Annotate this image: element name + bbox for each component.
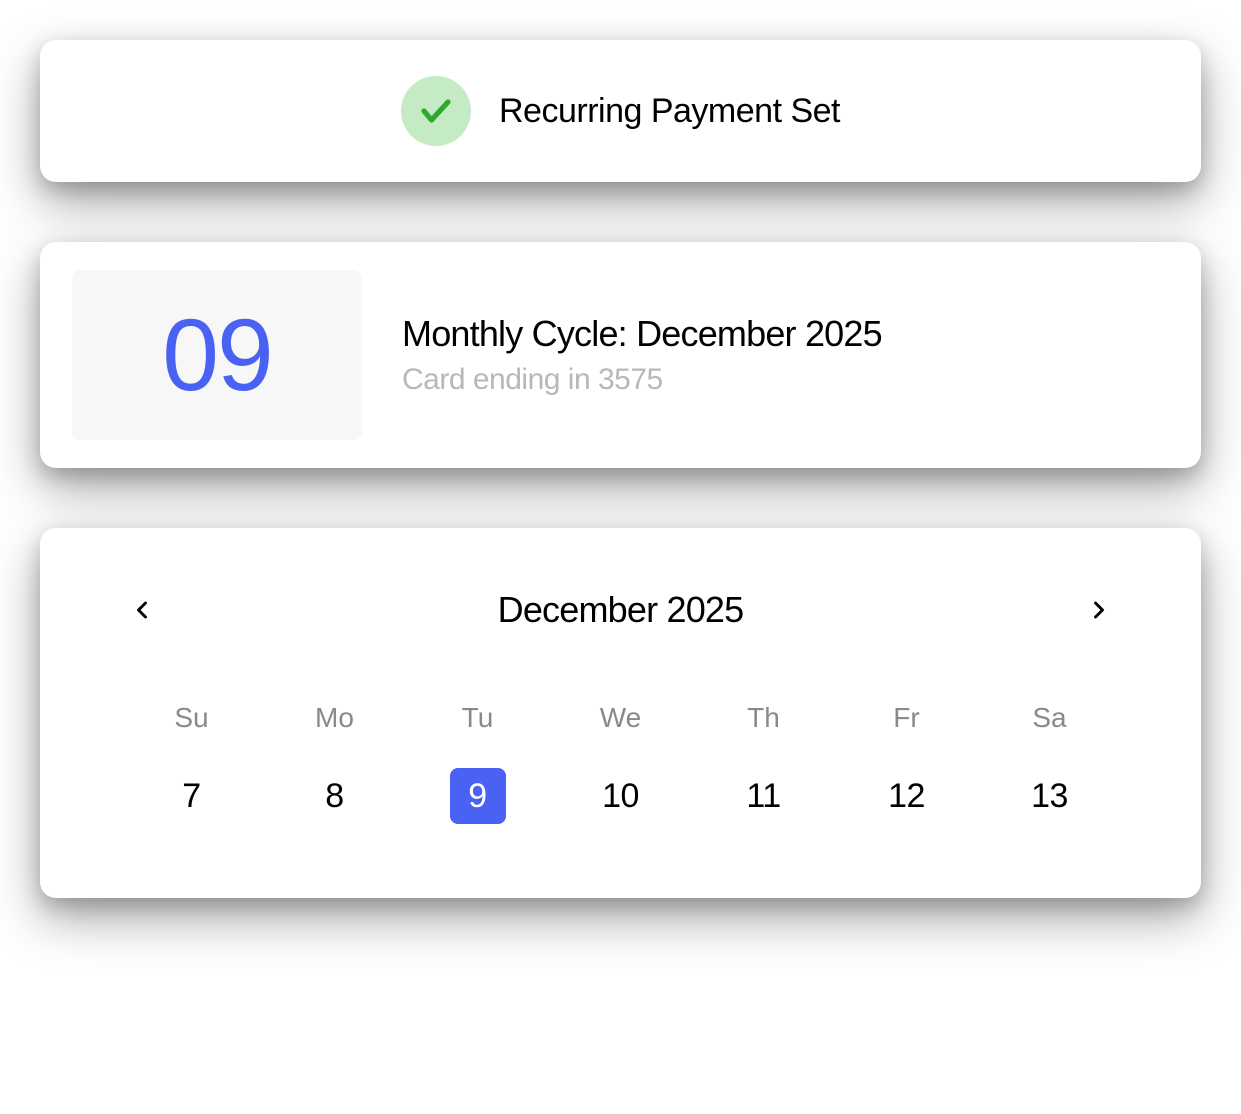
days-row: 7 8 9 10 11 12 13	[120, 764, 1121, 828]
weekday-label: Tu	[406, 702, 549, 734]
cycle-subtitle: Card ending in 3575	[402, 363, 882, 397]
chevron-left-icon	[128, 596, 156, 624]
weekday-label: Su	[120, 702, 263, 734]
day-button[interactable]: 12	[879, 768, 935, 824]
weekday-label: Fr	[835, 702, 978, 734]
weekday-label: We	[549, 702, 692, 734]
weekday-label: Sa	[978, 702, 1121, 734]
weekday-label: Th	[692, 702, 835, 734]
weekday-row: Su Mo Tu We Th Fr Sa	[120, 702, 1121, 734]
cycle-title: Monthly Cycle: December 2025	[402, 313, 882, 355]
weekday-label: Mo	[263, 702, 406, 734]
next-month-button[interactable]	[1077, 588, 1121, 632]
calendar-card: December 2025 Su Mo Tu We Th Fr Sa 7 8 9…	[40, 528, 1201, 898]
month-label: December 2025	[498, 589, 744, 631]
calendar-header: December 2025	[120, 588, 1121, 632]
cycle-info: Monthly Cycle: December 2025 Card ending…	[402, 313, 882, 397]
selected-day-box: 09	[72, 270, 362, 440]
success-icon	[401, 76, 471, 146]
prev-month-button[interactable]	[120, 588, 164, 632]
day-button[interactable]: 13	[1022, 768, 1078, 824]
day-button[interactable]: 11	[736, 768, 792, 824]
day-button[interactable]: 8	[307, 768, 363, 824]
cycle-card: 09 Monthly Cycle: December 2025 Card end…	[40, 242, 1201, 468]
chevron-right-icon	[1085, 596, 1113, 624]
day-button[interactable]: 7	[164, 768, 220, 824]
day-button[interactable]: 10	[593, 768, 649, 824]
day-button-selected[interactable]: 9	[450, 768, 506, 824]
status-card: Recurring Payment Set	[40, 40, 1201, 182]
selected-day-number: 09	[162, 297, 271, 414]
status-label: Recurring Payment Set	[499, 92, 840, 131]
